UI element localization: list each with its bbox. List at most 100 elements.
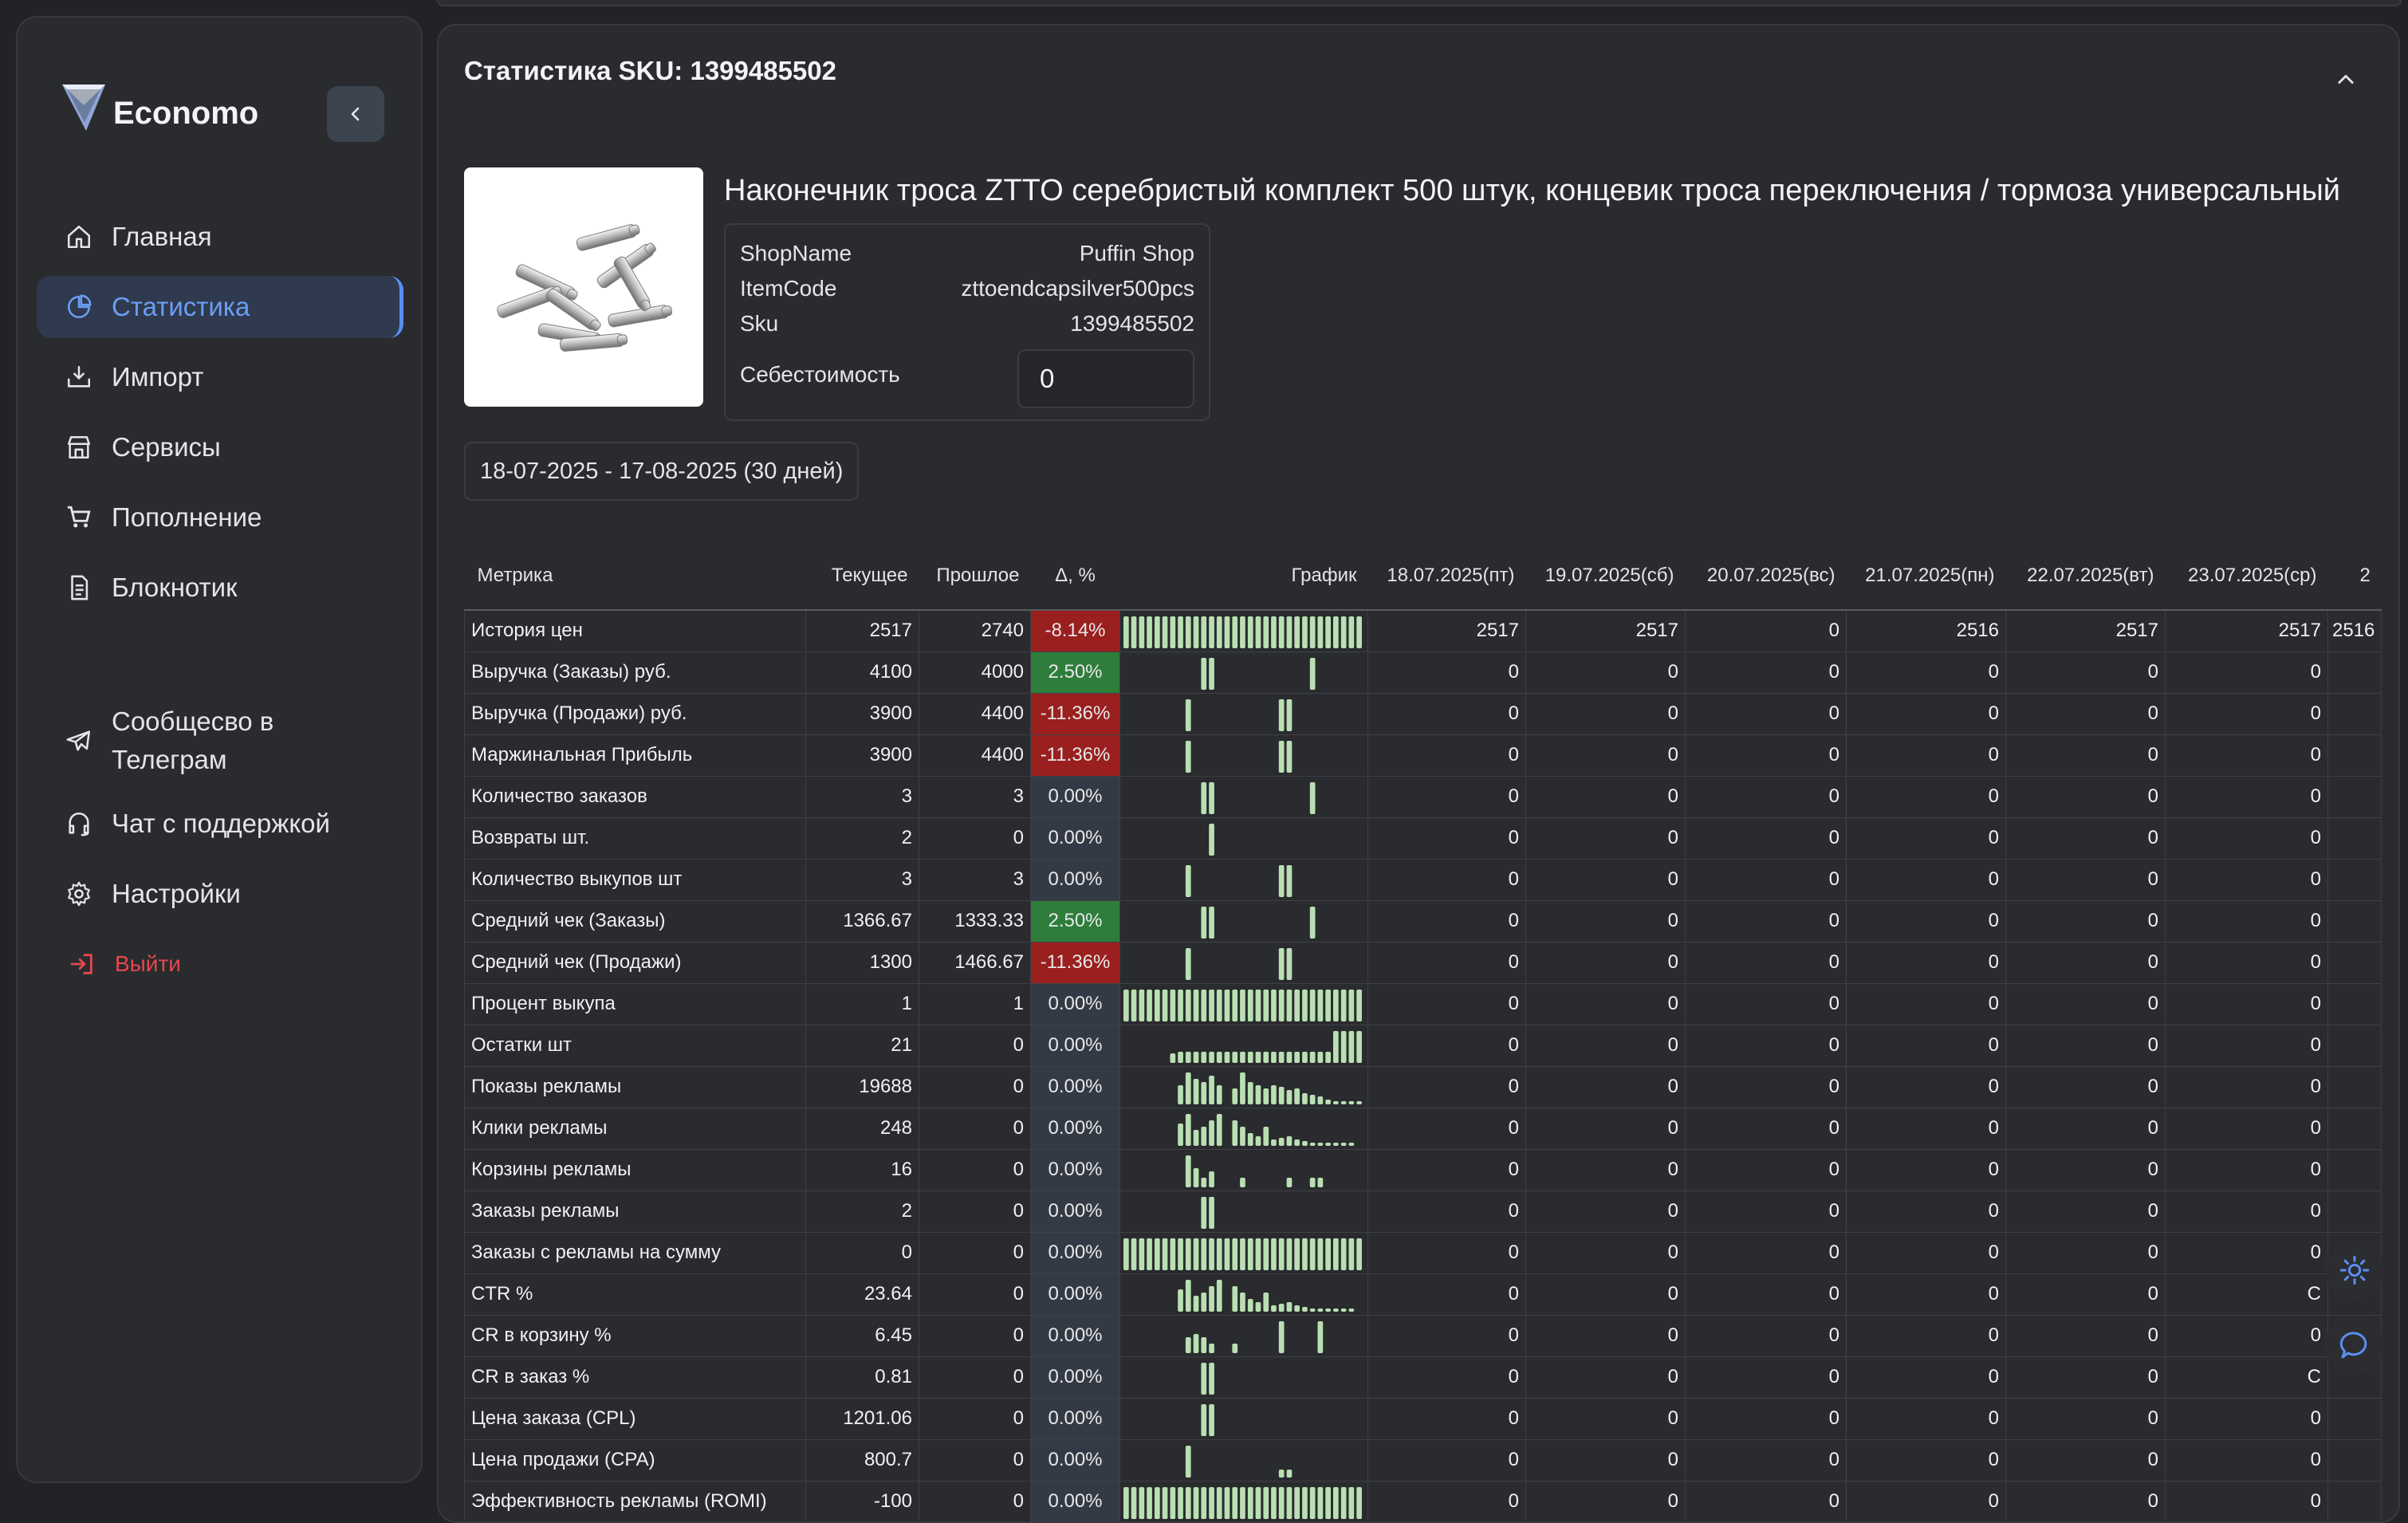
spark-bar [1263, 1052, 1269, 1063]
cell-day: 0 [1846, 899, 2006, 943]
cost-input[interactable]: 0 [1017, 349, 1194, 408]
sparkline [1123, 1487, 1362, 1519]
table-row[interactable]: История цен 2517 2740 -8.14% 2517 2517 0 2516 25… [464, 609, 2382, 652]
cell-day: 0 [2165, 1148, 2328, 1191]
spark-bar [1317, 1487, 1324, 1519]
cell-previous: 0 [919, 1480, 1031, 1521]
sku-stats-panel: Статистика SKU: 1399485502 Наконечник тр… [437, 24, 2400, 1523]
sidebar-item-support[interactable]: Чат с поддержкой [37, 793, 403, 855]
spark-bar [1193, 1052, 1199, 1063]
sidebar-item-telegram[interactable]: Сообщесво в Телеграм [37, 697, 403, 785]
spark-bar [1178, 1085, 1183, 1104]
sidebar-item-services[interactable]: Сервисы [37, 416, 403, 478]
cell-chart [1119, 609, 1368, 652]
table-row[interactable]: Цена продажи (CPA) 800.7 0 0.00% 0 0 0 0 0 0 [464, 1438, 2382, 1482]
spark-bar [1147, 990, 1152, 1021]
spark-bar [1294, 1052, 1300, 1063]
table-row[interactable]: Маржинальная Прибыль 3900 4400 -11.36% 0 0 0 0 0… [464, 734, 2382, 777]
cell-day [2327, 1065, 2382, 1108]
spark-bar [1201, 782, 1207, 814]
cell-chart [1119, 899, 1368, 943]
sidebar-item-notebook[interactable]: Блокнотик [37, 557, 403, 619]
table-row[interactable]: Показы рекламы 19688 0 0.00% 0 0 0 0 0 0 [464, 1065, 2382, 1108]
cell-day: 0 [2005, 1314, 2166, 1357]
date-range-picker[interactable]: 18-07-2025 - 17-08-2025 (30 дней) [464, 442, 860, 501]
table-row[interactable]: Количество выкупов шт 3 3 0.00% 0 0 0 0 0 0 [464, 858, 2382, 901]
table-row[interactable]: Остатки шт 21 0 0.00% 0 0 0 0 0 0 [464, 1024, 2382, 1067]
cell-day: 0 [2165, 941, 2328, 984]
table-row[interactable]: Средний чек (Продажи) 1300 1466.67 -11.36% 0… [464, 941, 2382, 984]
sidebar-item-label: Блокнотик [112, 573, 238, 602]
spark-bar [1209, 1238, 1214, 1270]
cell-day: 0 [1846, 982, 2006, 1025]
spark-bar [1278, 1487, 1285, 1519]
stats-table-wrap[interactable]: Метрика Текущее Прошлое Δ, % График 18.0… [464, 542, 2398, 1521]
cell-metric: Заказы рекламы [464, 1190, 806, 1233]
spark-bar [1216, 1280, 1222, 1312]
col-header-current: Текущее [831, 565, 908, 586]
cell-delta: 0.00% [1030, 1397, 1120, 1440]
cell-day: 2517 [1525, 609, 1686, 652]
spark-bar [1201, 1197, 1207, 1229]
table-row[interactable]: Цена заказа (CPL) 1201.06 0 0.00% 0 0 0 0 0 0 [464, 1397, 2382, 1440]
cell-previous: 0 [919, 1107, 1031, 1150]
spark-bar [1278, 1052, 1285, 1063]
sidebar-item-statistics[interactable]: Статистика [37, 276, 403, 338]
table-row[interactable]: CR в заказ % 0.81 0 0.00% 0 0 0 0 0 C [464, 1356, 2382, 1399]
cell-day: 0 [2005, 941, 2166, 984]
theme-toggle-button[interactable] [2325, 1241, 2384, 1300]
spark-bar [1286, 1302, 1293, 1312]
sidebar-item-replenish[interactable]: Пополнение [37, 486, 403, 549]
cell-day: 0 [2165, 1480, 2328, 1521]
cell-previous: 0 [919, 1356, 1031, 1399]
logout-icon [67, 949, 97, 979]
spark-bar [1240, 1293, 1245, 1312]
cell-delta: 0.00% [1030, 1231, 1120, 1274]
spark-bar [1209, 1286, 1214, 1312]
sidebar-item-import[interactable]: Импорт [37, 346, 403, 408]
spark-bar [1333, 1309, 1339, 1312]
spark-bar [1286, 1136, 1293, 1146]
cell-day: 0 [2165, 1231, 2328, 1274]
info-value: Puffin Shop [1079, 241, 1194, 266]
cell-current: 1366.67 [805, 899, 919, 943]
app-logo[interactable]: Economo [59, 81, 258, 134]
cell-day: 0 [1367, 1065, 1526, 1108]
sidebar-item-settings[interactable]: Настройки [37, 863, 403, 925]
cell-current: 2 [805, 1190, 919, 1233]
table-row[interactable]: Возвраты шт. 2 0 0.00% 0 0 0 0 0 0 [464, 817, 2382, 860]
table-row[interactable]: Корзины рекламы 16 0 0.00% 0 0 0 0 0 0 [464, 1148, 2382, 1191]
logout-button[interactable]: Выйти [37, 933, 403, 995]
table-row[interactable]: Выручка (Продажи) руб. 3900 4400 -11.36% 0 0 0… [464, 692, 2382, 735]
cell-chart [1119, 1065, 1368, 1108]
table-row[interactable]: CR в корзину % 6.45 0 0.00% 0 0 0 0 0 0 [464, 1314, 2382, 1357]
cost-label: Себестоимость [740, 362, 900, 387]
chat-button[interactable] [2325, 1316, 2384, 1375]
cell-day: 0 [1846, 692, 2006, 735]
cell-metric: Корзины рекламы [464, 1148, 806, 1191]
spark-bar [1139, 1487, 1145, 1519]
table-row[interactable]: Количество заказов 3 3 0.00% 0 0 0 0 0 0 [464, 775, 2382, 818]
spark-bar [1263, 1293, 1269, 1312]
collapse-panel-icon[interactable] [2335, 69, 2357, 91]
collapse-sidebar-button[interactable] [327, 86, 384, 142]
sidebar-item-home[interactable]: Главная [37, 206, 403, 268]
spark-bar [1185, 948, 1191, 980]
spark-bar [1216, 1052, 1222, 1063]
home-icon [64, 222, 94, 252]
table-row[interactable]: Клики рекламы 248 0 0.00% 0 0 0 0 0 0 [464, 1107, 2382, 1150]
table-row[interactable]: Заказы с рекламы на сумму 0 0 0.00% 0 0 0 0 0 0 [464, 1231, 2382, 1274]
table-row[interactable]: Заказы рекламы 2 0 0.00% 0 0 0 0 0 0 [464, 1190, 2382, 1233]
spark-bar [1224, 990, 1230, 1021]
table-row[interactable]: Выручка (Заказы) руб. 4100 4000 2.50% 0 0 0 0 0 0 [464, 651, 2382, 694]
cell-chart [1119, 1148, 1368, 1191]
table-row[interactable]: CTR % 23.64 0 0.00% 0 0 0 0 0 C [464, 1273, 2382, 1316]
cell-day: 0 [1846, 1148, 2006, 1191]
table-row[interactable]: Процент выкупа 1 1 0.00% 0 0 0 0 0 0 [464, 982, 2382, 1025]
spark-bar [1325, 1052, 1331, 1063]
spark-bar [1178, 1289, 1183, 1312]
spark-bar [1178, 990, 1183, 1021]
table-row[interactable]: Средний чек (Заказы) 1366.67 1333.33 2.50% 0… [464, 899, 2382, 943]
cell-day [2327, 1480, 2382, 1521]
table-row[interactable]: Эффективность рекламы (ROMI) -100 0 0.00% 0 0… [464, 1480, 2382, 1521]
